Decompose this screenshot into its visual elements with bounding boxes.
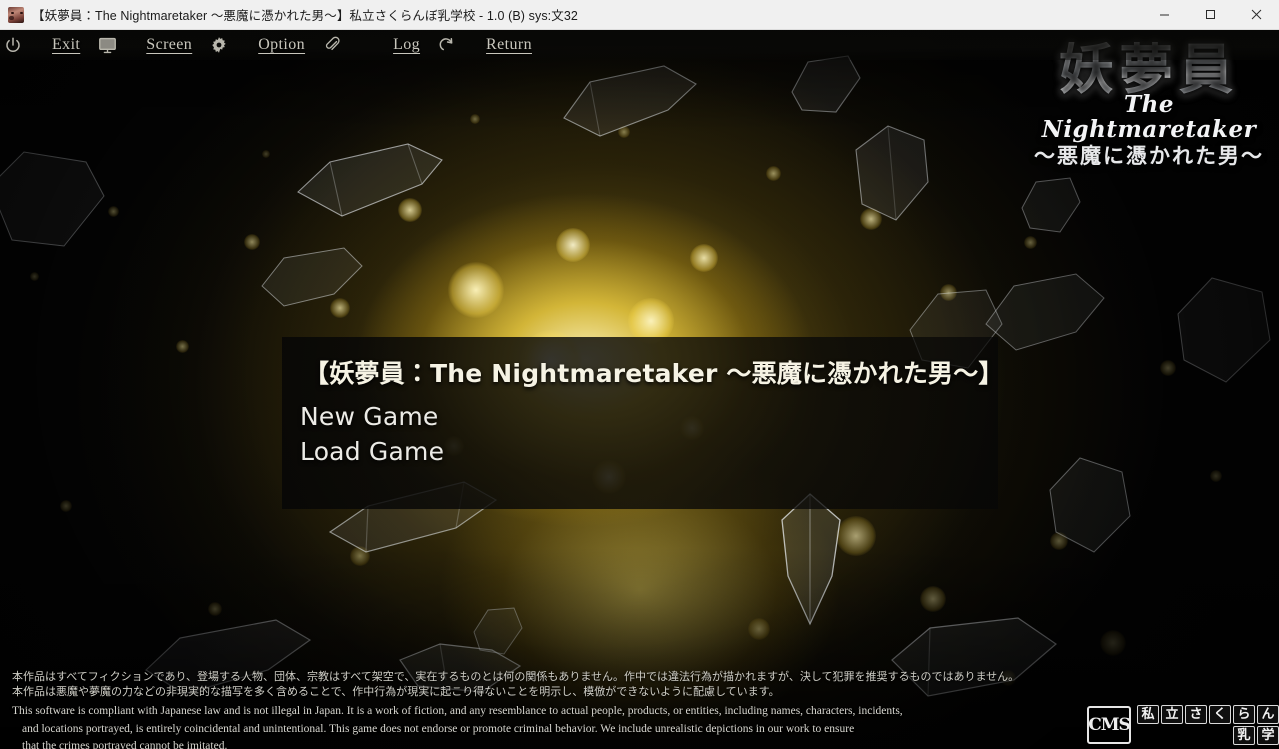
menubar-gap (345, 45, 389, 46)
disclaimer-en-line-3: that the crimes portrayed cannot be imit… (22, 740, 228, 749)
window-title: 【妖夢員：The Nightmaretaker ～悪魔に憑かれた男～】私立さくら… (32, 9, 578, 23)
window-titlebar: 【妖夢員：The Nightmaretaker ～悪魔に憑かれた男～】私立さくら… (0, 0, 1279, 30)
menu-screen[interactable]: Screen (142, 30, 196, 60)
close-icon (1251, 9, 1261, 20)
load-game-button[interactable]: Load Game (300, 439, 444, 464)
disclaimer-jp-line-1: 本作品はすべてフィクションであり、登場する人物、団体、宗教はすべて架空で、実在す… (12, 670, 1020, 683)
disclaimer-en-line-2: and locations portrayed, is entirely coi… (22, 722, 855, 735)
menu-return[interactable]: Return (482, 30, 536, 60)
menu-log[interactable]: Log (389, 30, 424, 60)
game-window: 【妖夢員：The Nightmaretaker ～悪魔に憑かれた男～】私立さくら… (0, 0, 1279, 749)
menubar-gap (196, 45, 206, 46)
maximize-button[interactable] (1187, 0, 1233, 29)
menubar-gap (26, 45, 48, 46)
main-menu-panel: 【妖夢員：The Nightmaretaker ～悪魔に憑かれた男～】 New … (282, 337, 1003, 509)
game-viewport: Exit Screen Option Log Return The Nightm… (0, 30, 1279, 749)
menubar-gap (84, 45, 94, 46)
minimize-icon (1159, 14, 1169, 16)
return-arrow-icon[interactable] (434, 30, 460, 60)
minimize-button[interactable] (1141, 0, 1187, 29)
menu-option[interactable]: Option (254, 30, 309, 60)
gear-icon[interactable] (206, 30, 232, 60)
power-icon[interactable] (0, 30, 26, 60)
menubar-gap (120, 45, 142, 46)
monitor-icon[interactable] (94, 30, 120, 60)
menubar-gap (232, 45, 254, 46)
disclaimer-japanese: 本作品はすべてフィクションであり、登場する人物、団体、宗教はすべて架空で、実在す… (12, 669, 1152, 699)
app-icon (8, 6, 24, 23)
maximize-icon (1205, 10, 1215, 19)
menubar-gap (460, 45, 482, 46)
menubar-gap (309, 45, 319, 46)
disclaimer-en-line-1: This software is compliant with Japanese… (12, 705, 903, 717)
disclaimer-english: This software is compliant with Japanese… (12, 703, 1082, 749)
game-menubar: Exit Screen Option Log Return (0, 30, 1279, 60)
paperclip-icon[interactable] (319, 30, 345, 60)
disclaimer-jp-line-2: 本作品は悪魔や夢魔の力などの非現実的な描写を多く含めることで、作中行為が現実に起… (12, 685, 780, 698)
menubar-gap (424, 45, 434, 46)
close-button[interactable] (1233, 0, 1279, 29)
menu-exit[interactable]: Exit (48, 30, 84, 60)
game-title: 【妖夢員：The Nightmaretaker ～悪魔に憑かれた男～】 (304, 359, 1004, 388)
new-game-button[interactable]: New Game (300, 404, 439, 429)
